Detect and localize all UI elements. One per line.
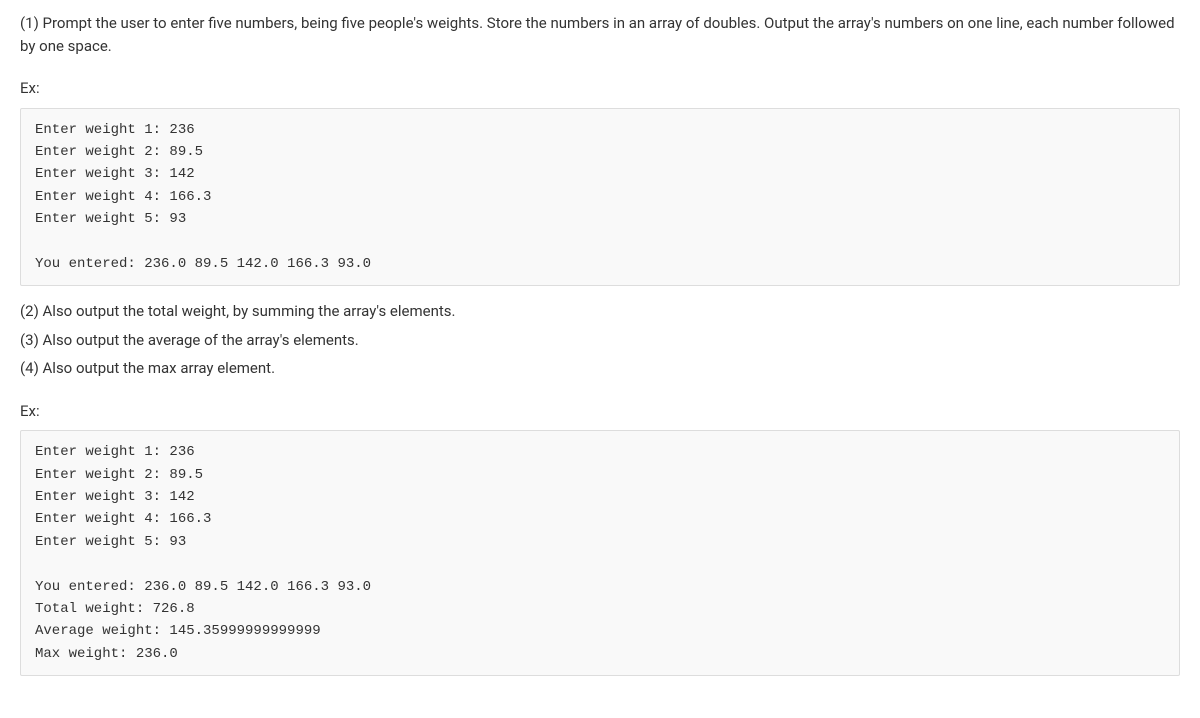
example-label-1: Ex: [20, 77, 1180, 100]
step-2-description: (2) Also output the total weight, by sum… [20, 300, 1180, 323]
example-label-2: Ex: [20, 400, 1180, 423]
step-3-description: (3) Also output the average of the array… [20, 329, 1180, 352]
code-example-1: Enter weight 1: 236 Enter weight 2: 89.5… [20, 108, 1180, 287]
step-4-description: (4) Also output the max array element. [20, 357, 1180, 380]
step-1-description: (1) Prompt the user to enter five number… [20, 12, 1180, 57]
code-example-2: Enter weight 1: 236 Enter weight 2: 89.5… [20, 430, 1180, 676]
